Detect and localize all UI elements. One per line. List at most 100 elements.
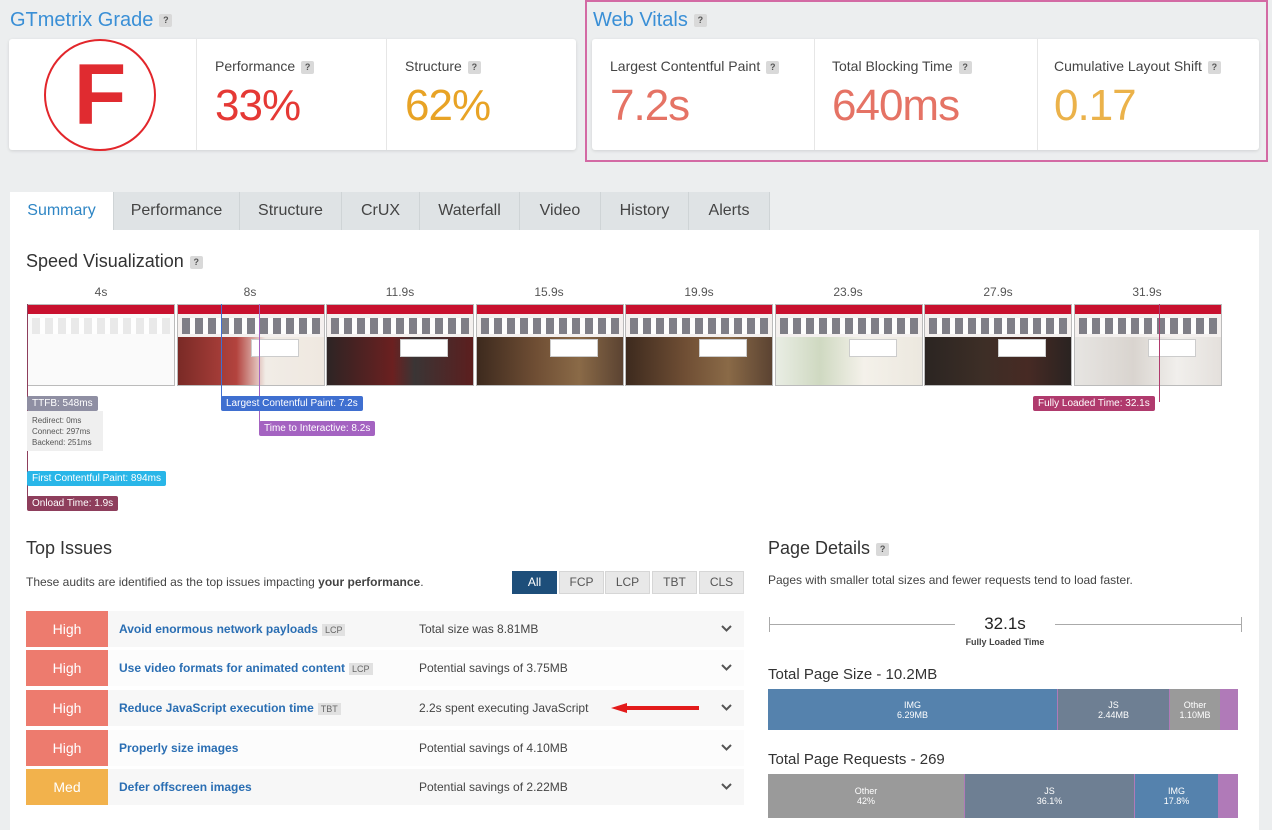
frame-popup [400, 339, 448, 357]
severity-badge: High [26, 650, 108, 686]
tti-marker-label: Time to Interactive: 8.2s [259, 421, 376, 436]
metric-badge: LCP [349, 662, 373, 675]
frame-content [929, 318, 1067, 334]
tab-crux[interactable]: CrUX [342, 192, 420, 230]
issues-intro: These audits are identified as the top i… [26, 575, 424, 589]
help-icon[interactable]: ? [958, 60, 972, 74]
filmstrip-frame[interactable] [476, 304, 624, 386]
issue-row[interactable]: High Properly size images Potential savi… [26, 730, 744, 766]
issue-title-text[interactable]: Reduce JavaScript execution time [119, 701, 314, 715]
segment-value: 36.1% [1036, 796, 1063, 806]
grade-letter: F [73, 47, 127, 143]
tab-alerts[interactable]: Alerts [689, 192, 770, 230]
details-title-text: Page Details [768, 538, 871, 558]
arrow-annotation-icon [611, 703, 699, 713]
frame-content [780, 318, 918, 334]
issue-title-text[interactable]: Use video formats for animated content [119, 661, 345, 675]
severity-badge: High [26, 690, 108, 726]
filmstrip-frame[interactable] [775, 304, 923, 386]
help-icon[interactable]: ? [766, 60, 780, 74]
divider [814, 39, 815, 150]
lcp-marker-label: Largest Contentful Paint: 7.2s [221, 396, 363, 411]
vitals-title: Web Vitals? [593, 9, 707, 32]
filter-cls[interactable]: CLS [699, 571, 744, 594]
issues-intro-bold: your performance [318, 575, 421, 589]
tab-structure[interactable]: Structure [240, 192, 342, 230]
vitals-title-text: Web Vitals [593, 9, 688, 31]
tab-performance[interactable]: Performance [114, 192, 240, 230]
grade-card: F Performance? 33% Structure? 62% [9, 39, 576, 151]
filmstrip-frame[interactable] [1074, 304, 1222, 386]
chevron-down-icon[interactable] [721, 740, 732, 754]
issue-title[interactable]: Avoid enormous network payloads LCP [119, 622, 346, 636]
lcp-value: 7.2s [610, 81, 690, 130]
chevron-down-icon[interactable] [721, 779, 732, 793]
filmstrip-frame[interactable] [326, 304, 474, 386]
tab-waterfall[interactable]: Waterfall [420, 192, 520, 230]
issue-title[interactable]: Defer offscreen images [119, 780, 252, 794]
issue-title-text[interactable]: Properly size images [119, 741, 238, 755]
help-icon[interactable]: ? [693, 14, 707, 28]
issue-title[interactable]: Reduce JavaScript execution time TBT [119, 701, 341, 715]
segment-value: 42% [856, 796, 875, 806]
help-icon[interactable]: ? [1207, 60, 1221, 74]
filter-all[interactable]: All [512, 571, 557, 594]
filter-lcp[interactable]: LCP [605, 571, 650, 594]
chevron-down-icon[interactable] [721, 660, 732, 674]
details-title: Page Details? [768, 538, 890, 559]
help-icon[interactable]: ? [189, 255, 203, 269]
tbt-value: 640ms [832, 81, 960, 130]
issue-title[interactable]: Use video formats for animated content LC… [119, 661, 373, 675]
frame-header [776, 305, 922, 314]
page-size-bar: IMG 6.29MB JS 2.44MB Other 1.10MB [768, 689, 1238, 730]
divider [1037, 39, 1038, 150]
divider [386, 39, 387, 150]
frame-popup [998, 339, 1046, 357]
issue-row[interactable]: Med Defer offscreen images Potential sav… [26, 769, 744, 805]
issue-description: Potential savings of 2.22MB [419, 780, 568, 794]
issue-row[interactable]: High Reduce JavaScript execution time TBT… [26, 690, 744, 726]
issue-description: Total size was 8.81MB [419, 622, 539, 636]
help-icon[interactable]: ? [467, 60, 481, 74]
fully-loaded-label: Fully Loaded Time [965, 637, 1045, 647]
help-icon[interactable]: ? [159, 14, 173, 28]
tab-history[interactable]: History [601, 192, 689, 230]
req-segment-js: JS 36.1% [965, 774, 1134, 818]
chevron-down-icon[interactable] [721, 621, 732, 635]
divider [196, 39, 197, 150]
grade-circle: F [44, 39, 156, 151]
issue-title[interactable]: Properly size images [119, 741, 238, 755]
lcp-marker-line [221, 304, 222, 402]
cls-label-text: Cumulative Layout Shift [1054, 58, 1202, 74]
chevron-down-icon[interactable] [721, 700, 732, 714]
fcp-marker-label: First Contentful Paint: 894ms [27, 471, 166, 486]
segment-label: JS [1044, 786, 1055, 796]
issue-title-text[interactable]: Avoid enormous network payloads [119, 622, 318, 636]
segment-label: JS [1108, 700, 1119, 710]
time-label: 8s [243, 285, 257, 299]
filmstrip-frame[interactable] [177, 304, 325, 386]
frame-header [178, 305, 324, 314]
frame-content [182, 318, 320, 334]
size-segment-other: Other 1.10MB [1170, 689, 1220, 730]
help-icon[interactable]: ? [876, 542, 890, 556]
filmstrip-frame[interactable] [625, 304, 773, 386]
filmstrip-frame[interactable] [924, 304, 1072, 386]
req-segment-img: IMG 17.8% [1135, 774, 1218, 818]
help-icon[interactable]: ? [301, 60, 315, 74]
performance-label: Performance? [215, 58, 315, 74]
filmstrip-frame[interactable] [27, 304, 175, 386]
severity-badge: High [26, 611, 108, 647]
page-requests-title: Total Page Requests - 269 [768, 751, 945, 768]
issue-description: Potential savings of 4.10MB [419, 741, 568, 755]
tab-summary[interactable]: Summary [10, 192, 114, 230]
structure-label-text: Structure [405, 58, 462, 74]
filter-fcp[interactable]: FCP [559, 571, 604, 594]
filter-tbt[interactable]: TBT [652, 571, 697, 594]
lcp-label-text: Largest Contentful Paint [610, 58, 761, 74]
tab-video[interactable]: Video [520, 192, 601, 230]
issue-row[interactable]: High Use video formats for animated cont… [26, 650, 744, 686]
issue-title-text[interactable]: Defer offscreen images [119, 780, 252, 794]
req-segment-other: Other 42% [768, 774, 964, 818]
issue-row[interactable]: High Avoid enormous network payloads LCP … [26, 611, 744, 647]
